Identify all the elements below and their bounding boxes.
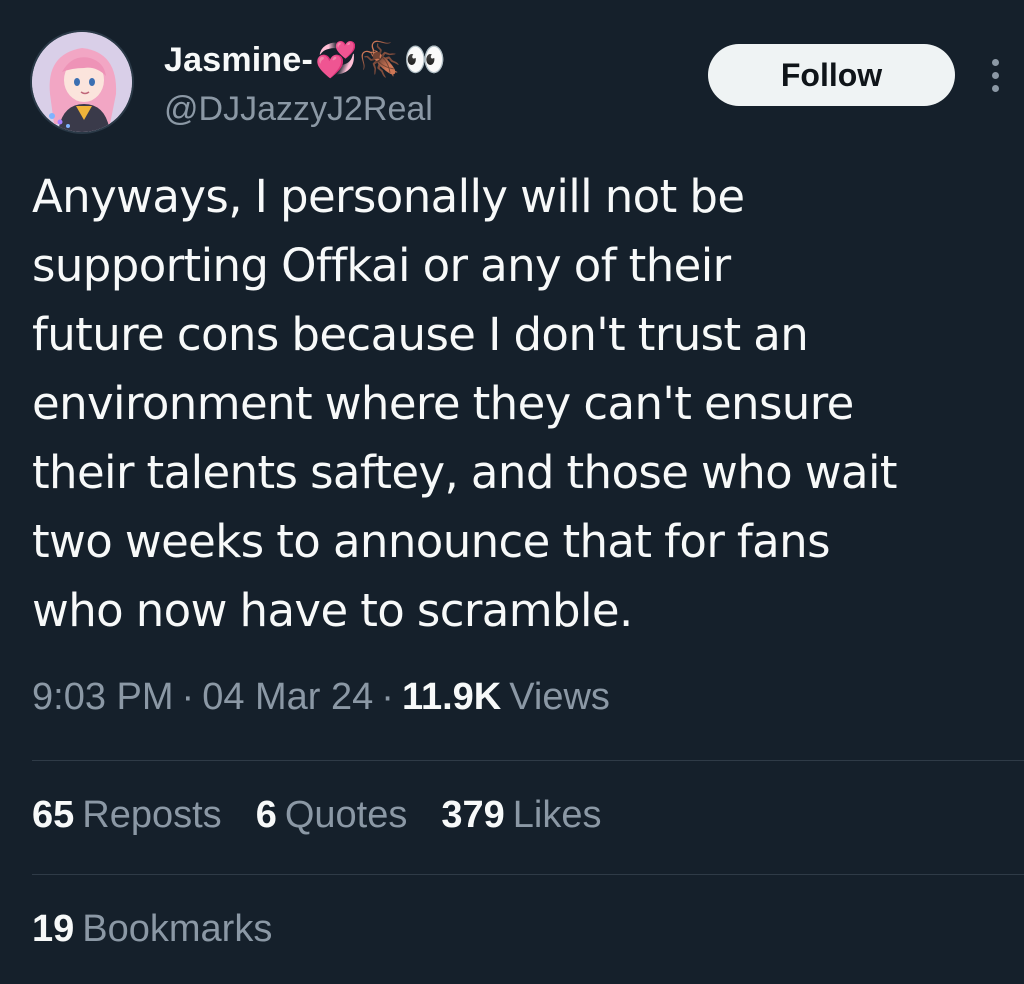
more-vertical-icon[interactable] (980, 52, 1010, 98)
avatar[interactable] (32, 32, 132, 132)
quotes-label: Quotes (284, 794, 408, 836)
hearts-emoji-icon: 💞 (315, 41, 358, 79)
divider (32, 874, 1024, 875)
likes-label: Likes (512, 794, 602, 836)
eyes-emoji-icon: 👀 (403, 41, 447, 79)
tweet-line: future cons because I don't trust an (32, 308, 809, 361)
reposts-label: Reposts (82, 794, 222, 836)
tweet-meta: 9:03 PM · 04 Mar 24 · 11.9K Views (32, 676, 610, 719)
tweet-text: Anyways, I personally will not be suppor… (32, 162, 1002, 645)
tweet-line: environment where they can't ensure (32, 377, 854, 430)
tweet-line: their talents saftey, and those who wait (32, 446, 898, 499)
user-handle[interactable]: @DJJazzyJ2Real (164, 90, 433, 129)
reposts-count: 65 (32, 794, 75, 836)
tweet-time[interactable]: 9:03 PM (32, 676, 174, 719)
follow-button[interactable]: Follow (708, 44, 955, 106)
separator: · (181, 676, 195, 718)
views-label[interactable]: Views (509, 676, 610, 719)
anime-avatar-icon (32, 32, 132, 132)
reposts-stat[interactable]: 65 Reposts (32, 794, 222, 837)
tweet-line: two weeks to announce that for fans (32, 515, 831, 568)
cockroach-emoji-icon: 🪳 (359, 41, 402, 79)
divider (32, 760, 1024, 761)
tweet-line: supporting Offkai or any of their (32, 239, 731, 292)
likes-count: 379 (441, 794, 505, 836)
bookmarks-count: 19 (32, 908, 75, 950)
views-count[interactable]: 11.9K (402, 676, 501, 719)
quotes-stat[interactable]: 6 Quotes (256, 794, 408, 837)
display-name[interactable]: Jasmine- (164, 41, 313, 80)
tweet-line: Anyways, I personally will not be (32, 170, 745, 223)
quotes-count: 6 (255, 794, 277, 836)
separator: · (381, 676, 394, 718)
dot (991, 58, 999, 66)
tweet-line: who now have to scramble. (32, 584, 633, 637)
display-name-row[interactable]: Jasmine- 💞 🪳 👀 (164, 36, 446, 84)
tweet-date[interactable]: 04 Mar 24 (202, 676, 373, 719)
bookmarks-label: Bookmarks (82, 908, 273, 950)
bookmarks-stat[interactable]: 19 Bookmarks (32, 908, 272, 951)
dot (991, 71, 999, 79)
dot (991, 84, 999, 92)
likes-stat[interactable]: 379 Likes (441, 794, 601, 837)
engagement-stats: 65 Reposts 6 Quotes 379 Likes (32, 794, 635, 837)
bookmarks-stat-inner: 19 Bookmarks (32, 908, 272, 950)
